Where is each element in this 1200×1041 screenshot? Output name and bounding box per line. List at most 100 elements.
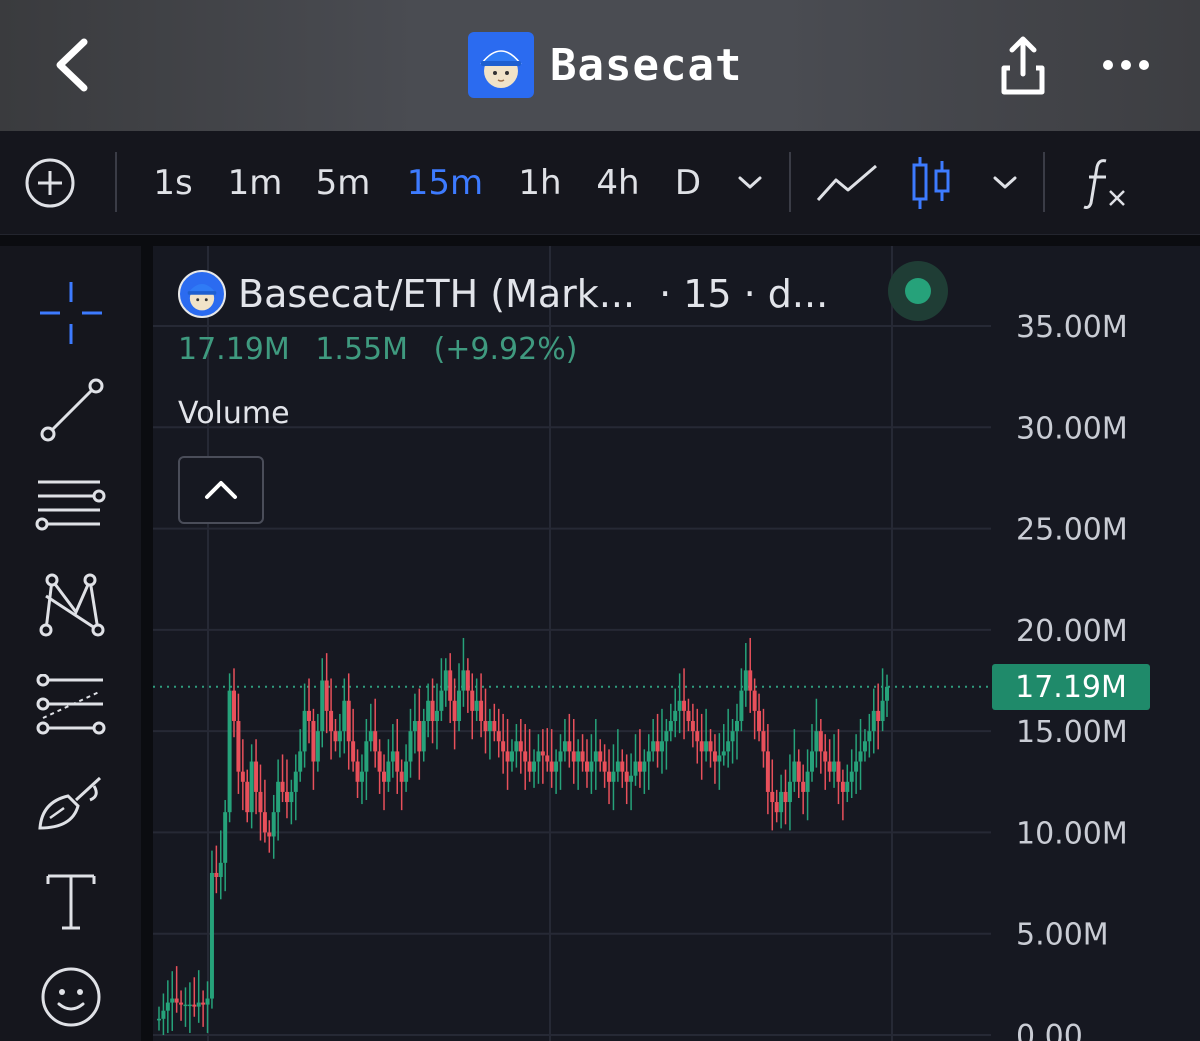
app-title-group: Basecat xyxy=(468,32,742,98)
candle-body xyxy=(284,791,289,803)
y-axis-label: 25.00M xyxy=(1016,513,1128,548)
trend-line-icon xyxy=(40,378,104,442)
candle-body xyxy=(571,751,576,762)
text-tool[interactable] xyxy=(30,860,112,942)
change-value: 1.55M xyxy=(315,332,409,367)
candle-body xyxy=(474,700,479,711)
add-indicator-button[interactable] xyxy=(22,131,78,235)
toolbar-divider xyxy=(115,152,117,212)
candle-body xyxy=(487,721,492,732)
candle-body xyxy=(457,690,462,722)
candle-body xyxy=(576,751,581,762)
candle-body xyxy=(355,761,360,782)
share-icon xyxy=(1001,36,1045,95)
candle-body xyxy=(157,1018,161,1021)
candle-body xyxy=(540,751,545,756)
share-button[interactable] xyxy=(992,30,1054,100)
candle-body xyxy=(664,731,669,742)
candle-body xyxy=(430,700,435,722)
timeframe-15m[interactable]: 15m xyxy=(402,131,488,235)
candle-body xyxy=(470,690,475,711)
candle-body xyxy=(518,741,523,752)
chart-toolbar: 1s 1m 5m 15m 1h 4h D xyxy=(0,131,1200,235)
candle-body xyxy=(545,755,550,762)
candle-body xyxy=(452,700,457,722)
pattern-tool[interactable] xyxy=(30,564,112,646)
candle-body xyxy=(651,741,656,752)
candle-body xyxy=(598,751,603,762)
candle-body xyxy=(862,741,867,752)
candle-body xyxy=(871,710,876,732)
candle-body xyxy=(752,690,757,711)
crosshair-icon xyxy=(40,282,102,344)
candle-body xyxy=(165,1002,170,1011)
more-options-button[interactable] xyxy=(1096,40,1156,90)
timeframe-1s[interactable]: 1s xyxy=(148,131,198,235)
candle-body xyxy=(858,751,863,762)
candle-body xyxy=(721,751,726,756)
candle-body xyxy=(461,670,466,691)
candle-body xyxy=(779,791,784,813)
brush-tool[interactable] xyxy=(30,762,112,844)
trend-line-tool[interactable] xyxy=(30,368,112,450)
y-axis-label: 15.00M xyxy=(1016,715,1128,750)
candle-chart-type-button[interactable] xyxy=(906,131,956,235)
candle-body xyxy=(677,700,682,711)
candle-body xyxy=(611,771,616,782)
candle-body xyxy=(514,741,519,752)
y-axis-label: 30.00M xyxy=(1016,411,1128,446)
candle-body xyxy=(386,761,391,782)
candle-body xyxy=(637,761,642,772)
candle-body xyxy=(408,731,413,762)
cat-helmet-icon xyxy=(187,284,217,311)
candle-body xyxy=(584,761,589,772)
candle-body xyxy=(682,700,687,711)
fib-retracement-tool[interactable] xyxy=(30,664,112,746)
candle-body xyxy=(201,1002,206,1005)
candle-body xyxy=(245,781,250,813)
status-dot-icon xyxy=(905,278,931,304)
back-button[interactable] xyxy=(40,30,110,100)
brush-icon xyxy=(38,776,102,830)
candle-body xyxy=(196,1002,201,1007)
candle-body xyxy=(302,710,307,752)
drawing-tools-sidebar xyxy=(0,246,141,1041)
candle-body xyxy=(434,710,439,722)
chart-type-dropdown[interactable] xyxy=(985,131,1025,235)
timeframe-1h[interactable]: 1h xyxy=(514,131,566,235)
candle-body xyxy=(673,710,678,722)
candle-body xyxy=(280,781,285,792)
timeframe-d[interactable]: D xyxy=(670,131,706,235)
crosshair-tool[interactable] xyxy=(30,272,112,354)
parallel-lines-tool[interactable] xyxy=(30,466,112,548)
indicators-button[interactable] xyxy=(1080,131,1130,235)
candle-body xyxy=(646,751,651,762)
line-chart-icon xyxy=(816,164,877,202)
candle-body xyxy=(187,1004,192,1007)
emoji-tool[interactable] xyxy=(30,956,112,1038)
timeframe-1m[interactable]: 1m xyxy=(224,131,286,235)
candle-body xyxy=(315,731,320,762)
timeframe-4h[interactable]: 4h xyxy=(590,131,646,235)
candle-body xyxy=(329,710,334,732)
candle-body xyxy=(174,998,179,1003)
market-status-button[interactable] xyxy=(888,261,948,321)
candle-body xyxy=(809,751,814,772)
candle-body xyxy=(258,791,263,813)
candle-body xyxy=(823,751,828,762)
y-axis-label: 0.00 xyxy=(1016,1019,1083,1041)
collapse-legend-button[interactable] xyxy=(178,456,264,524)
timeframe-5m[interactable]: 5m xyxy=(312,131,374,235)
toolbar-divider xyxy=(1043,152,1045,212)
line-chart-type-button[interactable] xyxy=(812,131,882,235)
timeframe-dropdown[interactable] xyxy=(730,131,770,235)
candle-body xyxy=(307,710,312,722)
candle-body xyxy=(404,761,409,782)
candle-body xyxy=(170,998,175,1003)
candle-body xyxy=(342,700,347,732)
candle-body xyxy=(867,731,872,742)
candle-body xyxy=(668,721,673,732)
candle-body xyxy=(836,761,841,782)
candle-body xyxy=(699,741,704,752)
chart-panel[interactable]: 35.00M 30.00M 25.00M 20.00M 15.00M 10.00M 5.00… xyxy=(153,246,1200,1041)
